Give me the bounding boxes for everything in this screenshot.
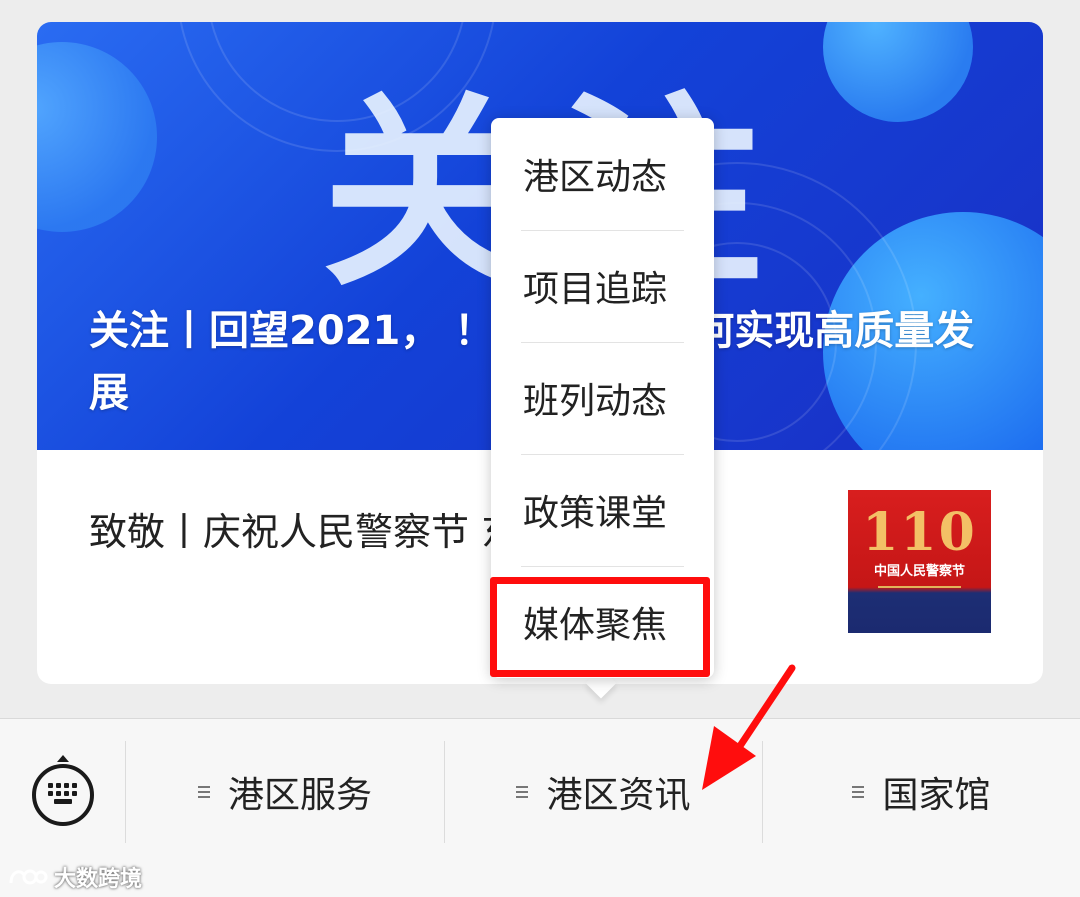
banner-decoration: [37, 42, 157, 232]
caret-up-icon: [57, 755, 69, 762]
keyboard-icon[interactable]: [32, 755, 94, 826]
thumbnail-caption: 中国人民警察节: [873, 564, 965, 579]
thumbnail-number: 110: [862, 502, 977, 563]
article-thumbnail[interactable]: 110 中国人民警察节: [848, 490, 991, 633]
submenu-item-policy-class[interactable]: 政策课堂: [491, 454, 714, 566]
menu-tab-label: 港区资讯: [546, 775, 691, 816]
watermark-text: 大数跨境: [54, 867, 143, 892]
menu-tab-port-services[interactable]: 港区服务: [126, 759, 444, 825]
keyboard-keys-icon: [48, 783, 78, 805]
menu-list-icon: [516, 785, 529, 799]
menu-tab-label: 国家馆: [882, 775, 991, 816]
submenu-item-train-schedule[interactable]: 班列动态: [491, 342, 714, 454]
submenu-item-project-tracking[interactable]: 项目追踪: [491, 230, 714, 342]
watermark: 大数跨境: [8, 862, 142, 892]
menu-tab-label: 港区服务: [227, 775, 372, 816]
thumbnail-divider: [878, 586, 961, 588]
article-title[interactable]: 致敬丨庆祝人民警察节 东铁路港: [89, 502, 829, 562]
submenu-item-port-news[interactable]: 港区动态: [491, 118, 714, 230]
menu-list-icon: [852, 785, 865, 799]
highlight-box: [490, 577, 710, 677]
bottom-menu-bar: 港区服务 港区资讯 国家馆: [0, 718, 1080, 897]
watermark-logo-icon: [9, 869, 48, 885]
menu-tab-national-pavilion[interactable]: 国家馆: [763, 759, 1080, 825]
red-arrow-icon: [702, 664, 796, 790]
menu-list-icon: [197, 785, 210, 799]
banner-decoration: [823, 22, 973, 122]
